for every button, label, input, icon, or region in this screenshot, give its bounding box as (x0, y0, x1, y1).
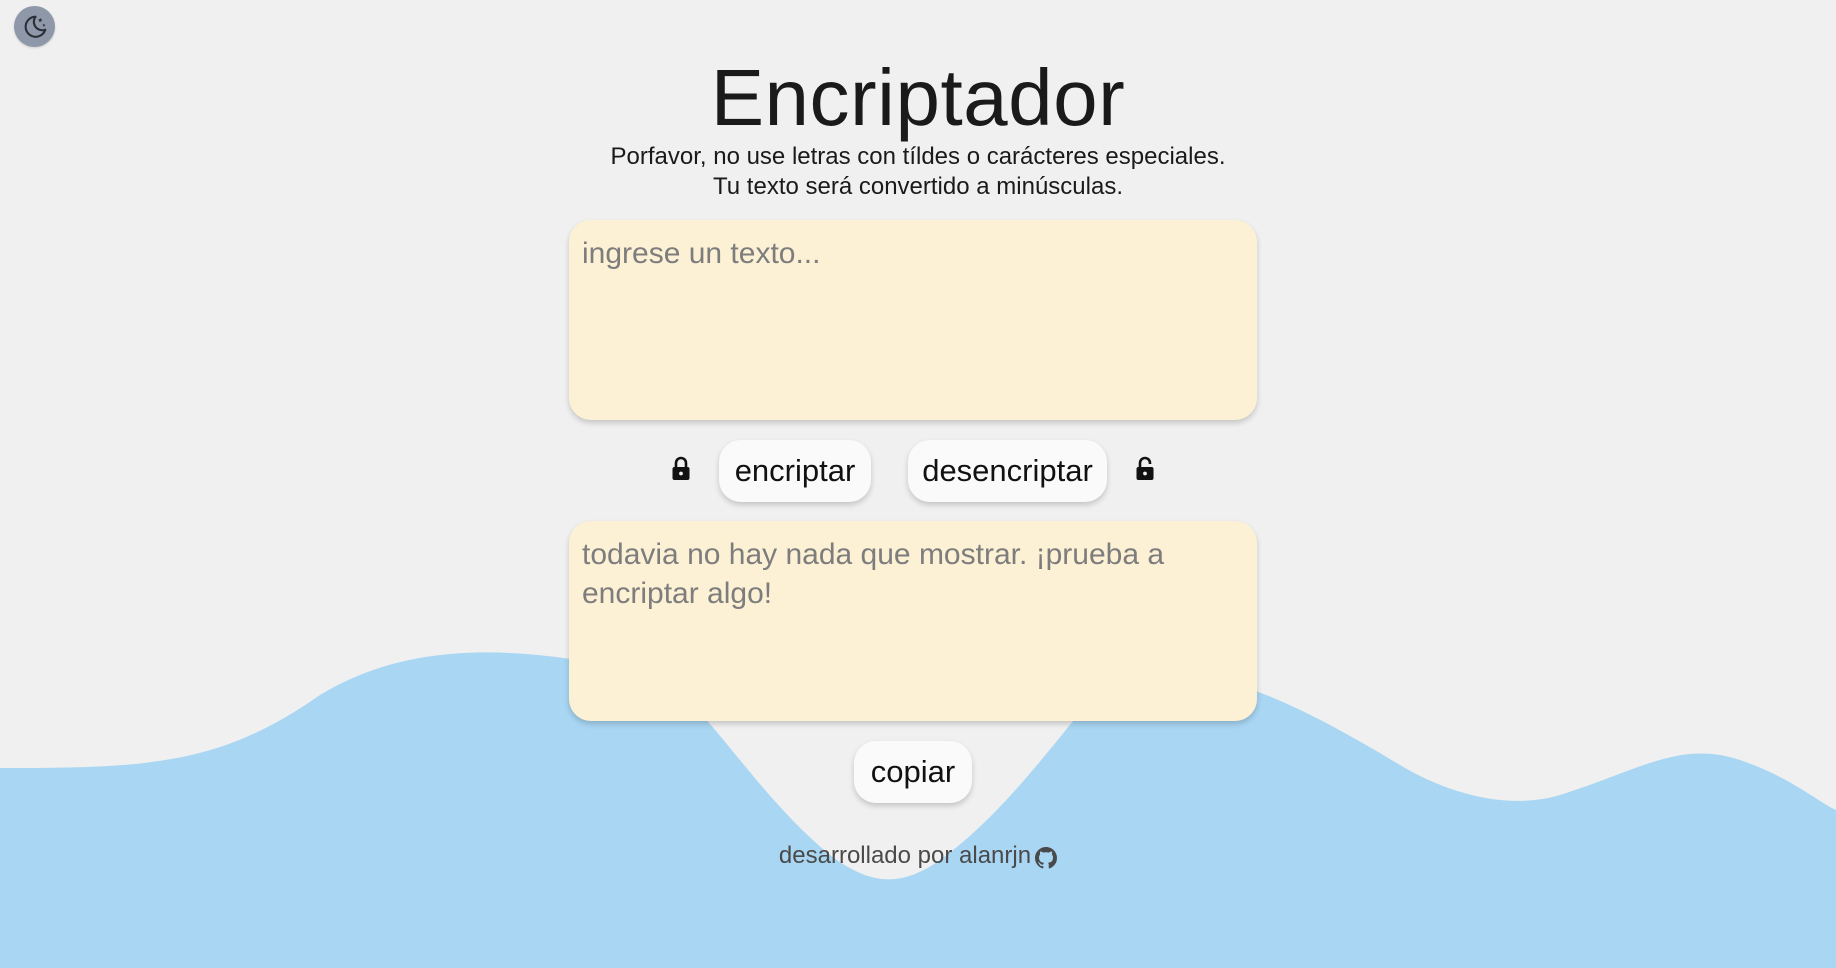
github-icon (1035, 847, 1058, 869)
moon-stars-icon (24, 15, 46, 38)
footer-text: desarrollado por (778, 842, 953, 869)
page-title: Encriptador (710, 53, 1126, 142)
page: Encriptador Porfavor, no use letras con … (0, 0, 1836, 968)
decrypt-button[interactable]: desencriptar (908, 440, 1107, 502)
subtitle-line-2: Tu texto será convertido a minúsculas. (713, 173, 1123, 200)
theme-toggle-button[interactable] (14, 6, 55, 47)
author-link[interactable]: alanrjn (959, 840, 1058, 872)
copy-button[interactable]: copiar (854, 741, 972, 803)
lock-icon (669, 454, 693, 484)
footer: desarrollado por alanrjn (0, 840, 1836, 872)
unlock-icon (1133, 454, 1157, 484)
subtitle-line-1: Porfavor, no use letras con tíldes o car… (610, 143, 1226, 170)
author-name: alanrjn (959, 842, 1032, 869)
input-textarea[interactable] (569, 220, 1257, 420)
encrypt-button[interactable]: encriptar (719, 440, 871, 502)
output-textarea[interactable] (569, 521, 1257, 721)
